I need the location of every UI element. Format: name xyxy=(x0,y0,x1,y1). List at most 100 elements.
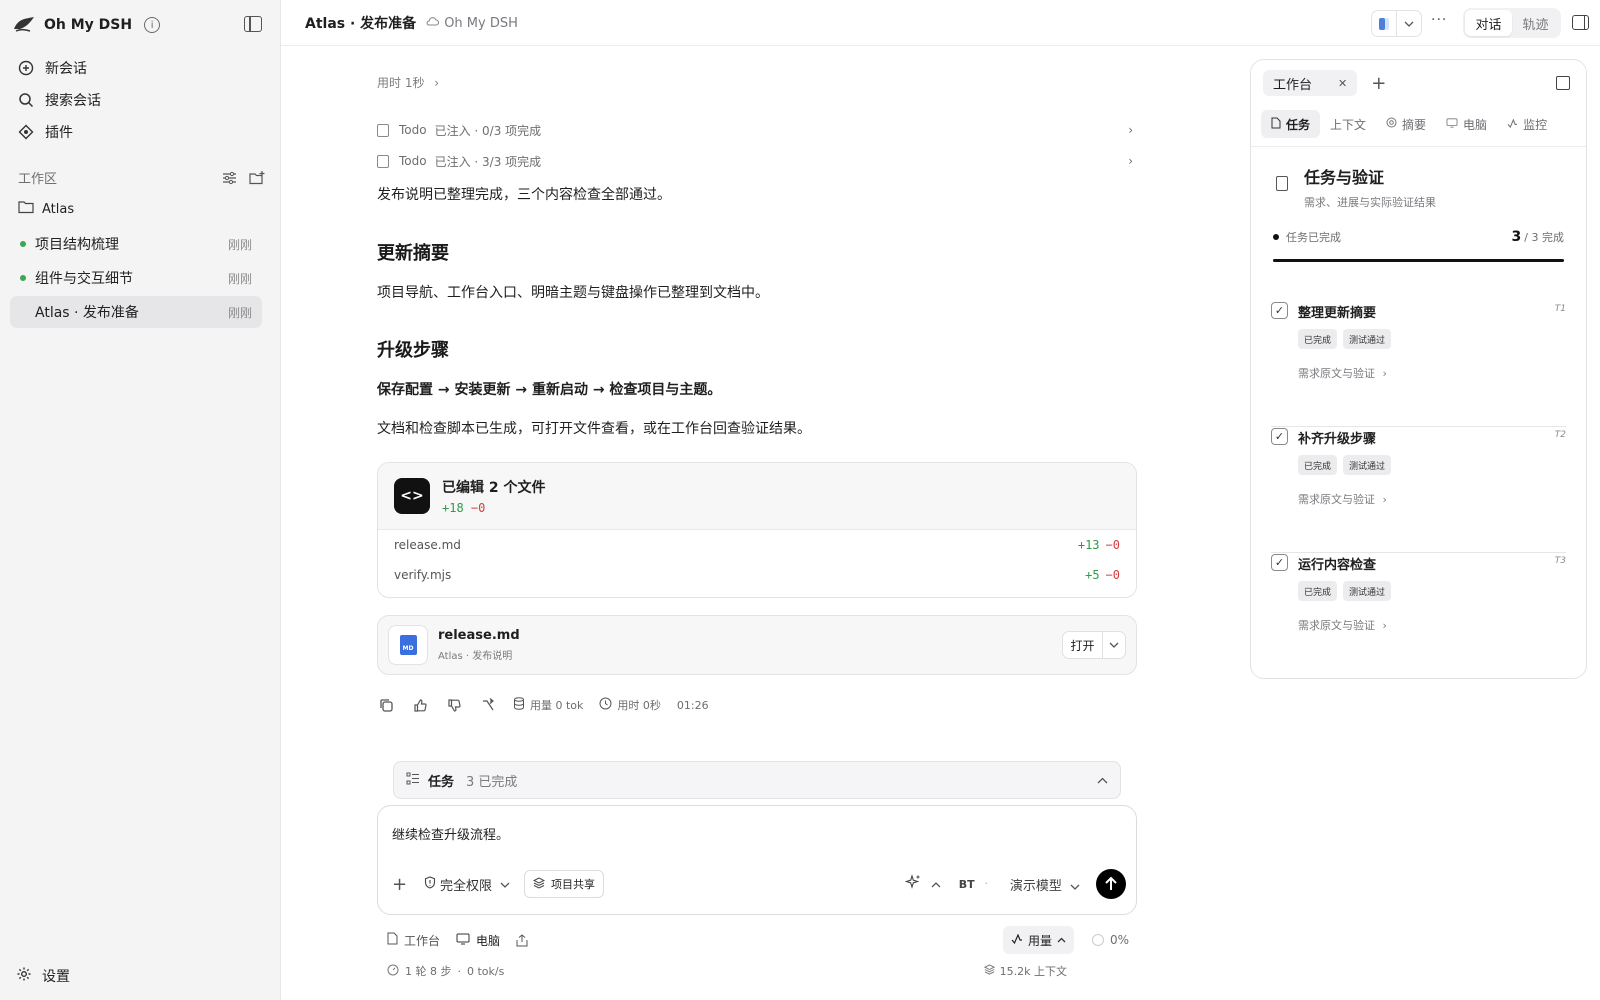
subtab-monitor[interactable]: 监控 xyxy=(1497,110,1557,138)
subtab-label: 电脑 xyxy=(1463,117,1488,132)
chevron-right-icon: › xyxy=(1128,154,1133,168)
session-title: Atlas · 发布准备 xyxy=(35,305,139,321)
file-type-badge: MD xyxy=(399,635,417,655)
model-picker[interactable] xyxy=(1371,10,1422,37)
requirement-link[interactable]: 需求原文与验证 › xyxy=(1298,491,1387,507)
session-item-active[interactable]: Atlas · 发布准备 刚刚 xyxy=(10,296,262,328)
open-button[interactable]: 打开 xyxy=(1063,632,1103,658)
more-icon[interactable]: ··· xyxy=(1431,12,1447,28)
workbench-label: 工作台 xyxy=(404,933,441,948)
edited-files-header[interactable]: <> 已编辑 2 个文件 +18 −0 xyxy=(378,463,1136,530)
add-tab-icon[interactable]: + xyxy=(1371,73,1386,94)
tab-label: 工作台 xyxy=(1273,77,1313,93)
steps-stat: 1 轮 8 步 xyxy=(405,965,452,978)
activity-icon xyxy=(1507,117,1518,131)
message-actions: 用量 0 tok 用时 0秒 01:26 xyxy=(377,696,709,714)
brand[interactable]: Oh My DSH i xyxy=(12,12,161,38)
sparkle-icon[interactable] xyxy=(904,874,921,894)
chevron-right-icon: › xyxy=(1128,123,1133,137)
file-row[interactable]: verify.mjs +5 −0 xyxy=(378,560,1136,590)
subtab-tasks[interactable]: 任务 xyxy=(1261,110,1321,138)
thumbs-down-icon[interactable] xyxy=(445,696,463,714)
progress-ring-icon xyxy=(1091,934,1104,946)
nav-new-session[interactable]: 新会话 xyxy=(12,52,268,84)
monitor-icon xyxy=(1446,117,1458,131)
nav-plugins[interactable]: 插件 xyxy=(12,116,268,148)
project-share-button[interactable]: 项目共享 xyxy=(524,870,605,898)
close-icon[interactable]: ✕ xyxy=(1338,77,1347,90)
clock-icon xyxy=(599,697,612,713)
computer-button[interactable]: 电脑 xyxy=(456,932,500,949)
primary-nav: 新会话 搜索会话 插件 xyxy=(12,52,268,148)
status-badge: 测试通过 xyxy=(1343,329,1392,349)
settings-button[interactable]: 设置 xyxy=(16,966,70,986)
requirement-label: 需求原文与验证 xyxy=(1298,619,1375,632)
task-id: T2 xyxy=(1554,430,1566,440)
speed-stat: 0 tok/s xyxy=(467,964,505,978)
status-badge: 测试通过 xyxy=(1343,581,1392,601)
info-icon[interactable]: i xyxy=(144,17,161,33)
edited-files-title: 已编辑 2 个文件 xyxy=(442,480,546,496)
tab-workbench[interactable]: 工作台 ✕ xyxy=(1263,70,1358,96)
tab-trace[interactable]: 轨迹 xyxy=(1512,10,1559,36)
sidebar-toggle-icon[interactable] xyxy=(244,16,262,32)
subtab-computer[interactable]: 电脑 xyxy=(1436,110,1497,138)
todo-row[interactable]: Todo 已注入 · 0/3 项完成 › xyxy=(377,119,1137,141)
file-row[interactable]: release.md +13 −0 xyxy=(378,530,1136,560)
session-item[interactable]: 组件与交互细节 刚刚 xyxy=(10,262,262,294)
usage-button[interactable]: 用量 xyxy=(1002,926,1074,954)
share-icon[interactable] xyxy=(516,933,528,947)
workbench-button[interactable]: 工作台 xyxy=(387,932,440,949)
panel-toggle-icon[interactable] xyxy=(1572,15,1589,30)
subtab-label: 上下文 xyxy=(1330,117,1367,132)
branch-icon[interactable] xyxy=(479,696,497,714)
elapsed-toggle[interactable]: 用时 1秒 › xyxy=(377,74,439,91)
session-item[interactable]: 项目结构梳理 刚刚 xyxy=(10,228,262,260)
todo-row[interactable]: Todo 已注入 · 3/3 项完成 › xyxy=(377,150,1137,172)
expand-icon[interactable] xyxy=(1556,76,1570,90)
bt-badge[interactable]: BT xyxy=(959,878,975,891)
add-attachment-icon[interactable]: + xyxy=(392,874,410,895)
document-icon xyxy=(377,123,389,137)
copy-icon[interactable] xyxy=(377,696,395,714)
task-summary-bar[interactable]: 任务 3 已完成 xyxy=(393,761,1121,799)
workspace-folder[interactable]: Atlas xyxy=(18,200,74,218)
permission-select[interactable]: 完全权限 xyxy=(424,875,510,894)
subtab-summary[interactable]: 摘要 xyxy=(1376,110,1436,138)
chevron-up-icon[interactable] xyxy=(931,877,941,892)
checkbox-checked[interactable]: ✓ xyxy=(1271,554,1288,571)
project-link[interactable]: Oh My DSH xyxy=(426,15,518,31)
new-folder-icon[interactable] xyxy=(248,169,266,187)
chevron-up-icon[interactable] xyxy=(1097,773,1108,788)
nav-search-sessions[interactable]: 搜索会话 xyxy=(12,84,268,116)
filter-icon[interactable] xyxy=(220,169,238,187)
attachment-card[interactable]: MD release.md Atlas · 发布说明 打开 xyxy=(377,615,1137,675)
target-icon xyxy=(1386,117,1397,131)
checkbox-checked[interactable]: ✓ xyxy=(1271,302,1288,319)
requirement-link[interactable]: 需求原文与验证 › xyxy=(1298,365,1387,381)
gauge-icon xyxy=(387,964,399,979)
folder-name: Atlas xyxy=(42,201,75,217)
status-badge: 已完成 xyxy=(1298,581,1338,601)
tab-conversation[interactable]: 对话 xyxy=(1465,10,1512,36)
model-select[interactable]: 演示模型 xyxy=(1010,875,1080,894)
panel-header: 任务与验证 需求、进展与实际验证结果 xyxy=(1276,164,1436,210)
search-icon xyxy=(17,91,35,109)
status-badge: 已完成 xyxy=(1298,455,1338,475)
task-bar-label: 任务 xyxy=(428,774,455,790)
subtab-context[interactable]: 上下文 xyxy=(1320,110,1376,138)
chevron-down-icon[interactable] xyxy=(1103,632,1125,658)
usage-meta: 用量 0 tok xyxy=(513,697,583,713)
checkbox-checked[interactable]: ✓ xyxy=(1271,428,1288,445)
subtab-label: 监控 xyxy=(1523,117,1548,132)
composer-input[interactable]: 继续检查升级流程。 xyxy=(392,824,509,843)
code-icon: <> xyxy=(394,478,430,514)
send-button[interactable] xyxy=(1096,869,1126,899)
status-dot xyxy=(20,241,26,247)
panel-subtabs: 任务 上下文 摘要 电脑 监控 xyxy=(1261,110,1576,138)
thumbs-up-icon[interactable] xyxy=(411,696,429,714)
requirement-label: 需求原文与验证 xyxy=(1298,493,1375,506)
document-icon xyxy=(377,154,389,168)
status-badge: 已完成 xyxy=(1298,329,1338,349)
requirement-link[interactable]: 需求原文与验证 › xyxy=(1298,617,1387,633)
